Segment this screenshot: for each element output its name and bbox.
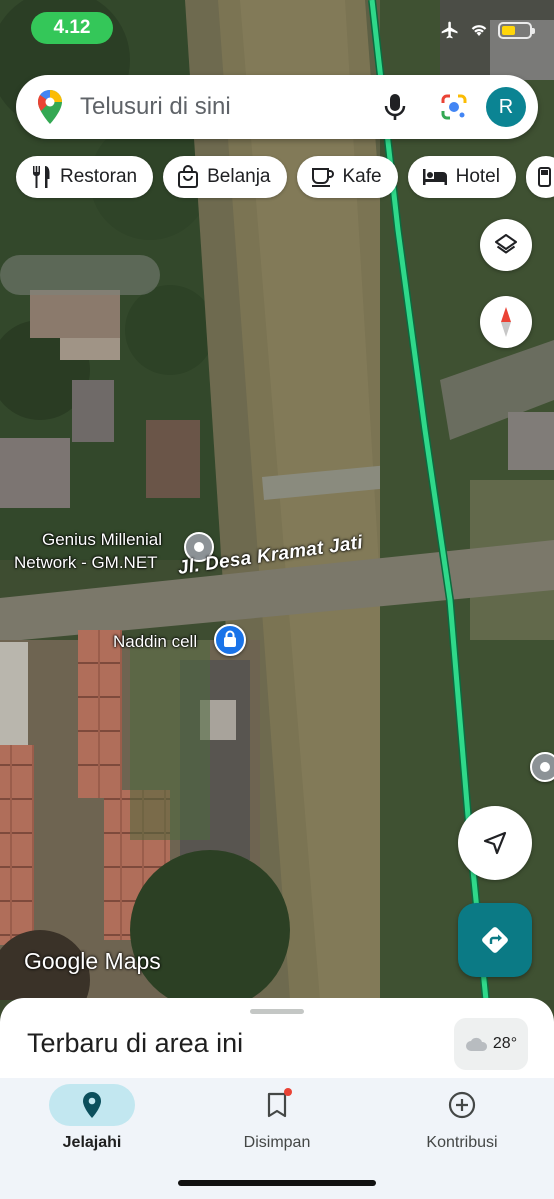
- bed-icon: [422, 169, 447, 185]
- coffee-cup-icon: [311, 168, 334, 187]
- search-bar[interactable]: Telusuri di sini R: [16, 75, 538, 139]
- google-lens-icon[interactable]: [440, 93, 468, 121]
- place-label-line2[interactable]: Network - GM.NET: [14, 552, 158, 573]
- layers-icon: [495, 234, 517, 254]
- add-circle-icon: [448, 1091, 476, 1119]
- microphone-icon[interactable]: [382, 92, 408, 122]
- chip-label: Kafe: [342, 166, 382, 187]
- nav-kontribusi[interactable]: Kontribusi: [392, 1084, 532, 1152]
- compass-icon: [501, 307, 511, 337]
- temperature: 28°: [492, 1035, 518, 1052]
- chip-label: Belanja: [207, 166, 271, 187]
- nav-label: Kontribusi: [426, 1134, 498, 1151]
- edge-place-pin-icon[interactable]: [530, 752, 554, 782]
- google-maps-pin-icon: [37, 89, 62, 124]
- search-input[interactable]: Telusuri di sini: [80, 93, 382, 121]
- drag-handle[interactable]: [250, 1009, 304, 1014]
- compass-button[interactable]: [480, 296, 532, 348]
- shopping-pin-icon[interactable]: [214, 624, 246, 656]
- directions-button[interactable]: [458, 903, 532, 977]
- wifi-icon: [471, 25, 487, 36]
- nav-jelajahi[interactable]: Jelajahi: [22, 1084, 162, 1152]
- shopping-bag-icon: [224, 630, 236, 647]
- chip-label: Restoran: [60, 166, 138, 187]
- status-time: 4.12: [31, 12, 113, 44]
- fork-knife-icon: [32, 166, 50, 188]
- chip-more[interactable]: [525, 156, 554, 198]
- chip-label: Hotel: [455, 166, 500, 187]
- notification-dot: [284, 1088, 292, 1096]
- my-location-button[interactable]: [458, 806, 532, 880]
- nav-icon-container: [234, 1084, 320, 1126]
- nav-icon-container: [419, 1084, 505, 1126]
- shopping-bag-icon: [178, 165, 199, 188]
- cloud-icon: [465, 1037, 487, 1051]
- nav-label: Jelajahi: [62, 1134, 122, 1151]
- nav-label: Disimpan: [243, 1134, 311, 1151]
- chip-kafe[interactable]: Kafe: [296, 156, 398, 198]
- gas-station-icon: [537, 167, 551, 187]
- bottom-sheet[interactable]: Terbaru di area ini 28°: [0, 998, 554, 1088]
- google-maps-attribution: Google Maps: [24, 948, 161, 974]
- category-chips: Restoran Belanja Kafe Hotel: [16, 156, 554, 198]
- location-pin-icon: [83, 1092, 101, 1118]
- layers-button[interactable]: [480, 219, 532, 271]
- place-label-naddin-cell[interactable]: Naddin cell: [113, 631, 197, 652]
- weather-badge[interactable]: 28°: [454, 1018, 528, 1070]
- sheet-title: Terbaru di area ini: [27, 1028, 244, 1058]
- home-indicator: [178, 1180, 376, 1186]
- place-label-line1[interactable]: Genius Millenial: [42, 529, 162, 550]
- navigation-arrow-icon: [483, 831, 507, 855]
- nav-icon-container: [49, 1084, 135, 1126]
- directions-icon: [482, 927, 508, 953]
- chip-hotel[interactable]: Hotel: [407, 156, 516, 198]
- profile-avatar[interactable]: R: [486, 87, 526, 127]
- status-icons: [440, 20, 535, 40]
- battery-icon: [498, 21, 535, 39]
- chip-belanja[interactable]: Belanja: [163, 156, 287, 198]
- nav-disimpan[interactable]: Disimpan: [207, 1084, 347, 1152]
- chip-restoran[interactable]: Restoran: [16, 156, 154, 198]
- bookmark-icon: [267, 1092, 287, 1118]
- airplane-mode-icon: [441, 21, 458, 39]
